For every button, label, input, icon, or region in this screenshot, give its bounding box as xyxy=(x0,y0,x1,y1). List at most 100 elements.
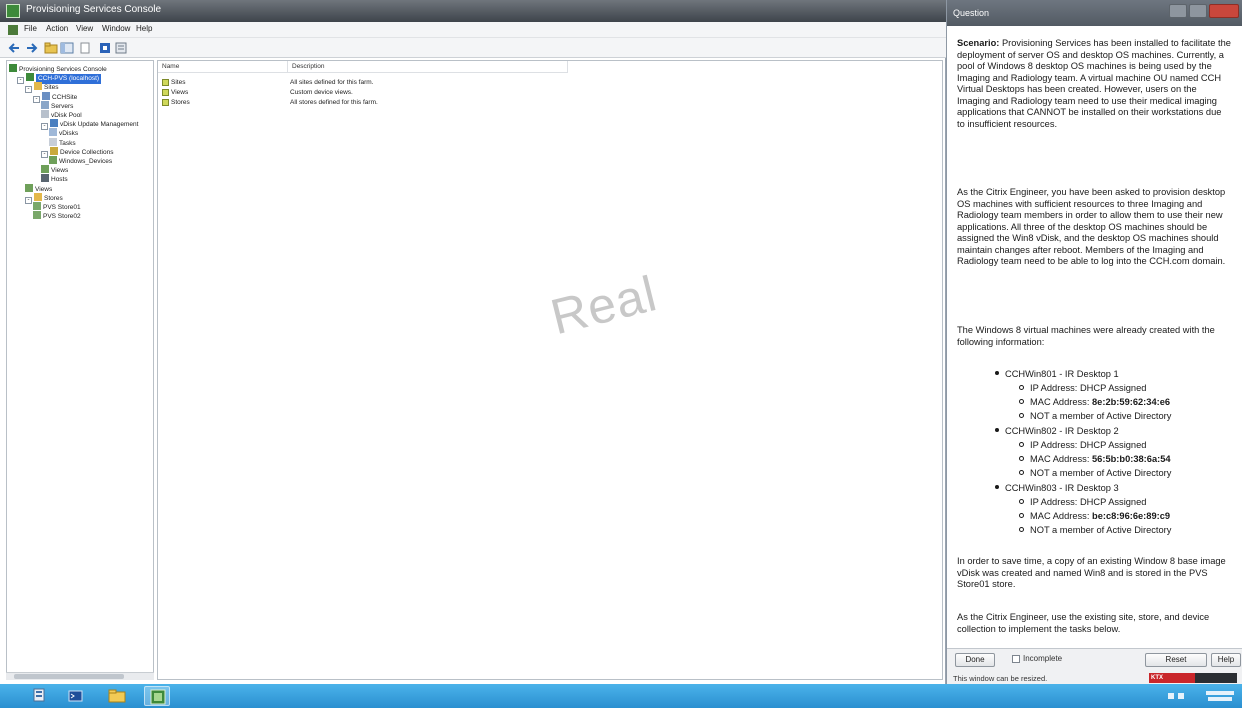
console-titlebar[interactable]: Provisioning Services Console xyxy=(0,0,946,22)
collapse-toggle-icon[interactable]: - xyxy=(17,77,24,85)
console-window: Provisioning Services Console File Actio… xyxy=(0,0,946,684)
toolbar xyxy=(0,38,946,58)
file-explorer-icon[interactable] xyxy=(104,686,130,706)
question-body: Scenario: Provisioning Services has been… xyxy=(951,28,1235,646)
menu-window[interactable]: Window xyxy=(102,24,130,33)
machine-name: CCHWin802 - IR Desktop 2 xyxy=(1005,426,1119,436)
question-title: Question xyxy=(953,8,990,18)
mac-label: MAC Address: xyxy=(1030,397,1093,407)
row-description: All sites defined for this farm. xyxy=(290,79,374,86)
machine-2-mac: MAC Address: 56:5b:b0:38:6a:54 xyxy=(1019,454,1171,466)
ad-text: NOT a member of Active Directory xyxy=(1030,468,1172,478)
machine-2-ip: IP Address: DHCP Assigned xyxy=(1019,440,1146,452)
machine-1: CCHWin801 - IR Desktop 1 xyxy=(995,369,1119,381)
tree-horizontal-scrollbar[interactable] xyxy=(6,672,154,680)
update-icon xyxy=(50,119,58,128)
help-button[interactable]: Help xyxy=(1211,653,1241,667)
views-icon xyxy=(41,165,49,174)
properties-icon[interactable] xyxy=(114,41,128,55)
machine-2: CCHWin802 - IR Desktop 2 xyxy=(995,426,1119,438)
mac-label: MAC Address: xyxy=(1030,511,1093,521)
brand-logo-dark xyxy=(1195,673,1237,683)
refresh-icon[interactable] xyxy=(78,41,92,55)
folder-up-icon[interactable] xyxy=(44,41,58,55)
column-header-description[interactable]: Description xyxy=(288,61,568,73)
console-menu-icon[interactable] xyxy=(8,25,18,35)
menu-view[interactable]: View xyxy=(76,24,93,33)
maximize-button[interactable] xyxy=(1189,4,1207,18)
collection-icon xyxy=(50,146,58,155)
forward-arrow-icon[interactable] xyxy=(24,41,38,55)
reset-button[interactable]: Reset xyxy=(1145,653,1207,667)
circle-bullet-icon xyxy=(1019,442,1024,447)
paragraph-3: The Windows 8 virtual machines were alre… xyxy=(957,325,1215,347)
menu-help[interactable]: Help xyxy=(136,24,152,33)
stores-icon xyxy=(34,192,42,201)
list-row-stores[interactable]: Stores All stores defined for this farm. xyxy=(158,98,578,107)
mac-value: be:c8:96:6e:89:c9 xyxy=(1092,511,1171,521)
tree-node[interactable]: PVS Store02 xyxy=(33,211,81,221)
machine-3: CCHWin803 - IR Desktop 3 xyxy=(995,483,1119,495)
store-icon xyxy=(33,202,41,210)
ip-text: IP Address: DHCP Assigned xyxy=(1030,497,1147,507)
circle-bullet-icon xyxy=(1019,413,1024,418)
question-titlebar[interactable]: Question xyxy=(947,0,1242,26)
desktop: Provisioning Services Console File Actio… xyxy=(0,0,1242,708)
powershell-icon[interactable] xyxy=(62,686,88,706)
collapse-toggle-icon[interactable]: - xyxy=(41,150,48,158)
ip-text: IP Address: DHCP Assigned xyxy=(1030,383,1147,393)
vdisk-icon xyxy=(49,128,57,137)
scrollbar-thumb[interactable] xyxy=(14,674,124,679)
tree-node-label: PVS Store02 xyxy=(43,213,81,221)
row-name: Views xyxy=(171,89,189,96)
collapse-toggle-icon[interactable]: - xyxy=(41,123,48,131)
collapse-toggle-icon[interactable]: - xyxy=(25,196,32,204)
folder-icon xyxy=(34,82,42,91)
scenario-paragraph: Scenario: Provisioning Services has been… xyxy=(957,38,1231,130)
sites-icon xyxy=(162,79,169,86)
incomplete-checkbox[interactable] xyxy=(1012,655,1020,663)
mac-label: MAC Address: xyxy=(1030,454,1093,464)
show-hide-tree-icon[interactable] xyxy=(60,41,74,55)
menu-action[interactable]: Action xyxy=(46,24,68,33)
collapse-toggle-icon[interactable]: - xyxy=(25,86,32,94)
incomplete-label: Incomplete xyxy=(1023,654,1063,663)
help-icon[interactable] xyxy=(98,41,112,55)
machine-2-ad: NOT a member of Active Directory xyxy=(1019,468,1171,480)
circle-bullet-icon xyxy=(1019,499,1024,504)
column-header-name[interactable]: Name xyxy=(158,61,288,73)
hosts-icon xyxy=(41,174,49,183)
ad-text: NOT a member of Active Directory xyxy=(1030,411,1172,421)
machine-1-ip: IP Address: DHCP Assigned xyxy=(1019,383,1146,395)
list-row-views[interactable]: Views Custom device views. xyxy=(158,88,578,97)
circle-bullet-icon xyxy=(1019,470,1024,475)
list-row-sites[interactable]: Sites All sites defined for this farm. xyxy=(158,78,578,87)
circle-bullet-icon xyxy=(1019,399,1024,404)
back-arrow-icon[interactable] xyxy=(8,41,22,55)
resize-note: This window can be resized. xyxy=(953,674,1048,683)
done-button[interactable]: Done xyxy=(955,653,995,667)
circle-bullet-icon xyxy=(1019,385,1024,390)
machine-name: CCHWin803 - IR Desktop 3 xyxy=(1005,483,1119,493)
menu-file[interactable]: File xyxy=(24,24,37,33)
bullet-icon xyxy=(995,485,999,489)
close-button[interactable] xyxy=(1209,4,1239,18)
collapse-toggle-icon[interactable]: - xyxy=(33,95,40,103)
ad-text: NOT a member of Active Directory xyxy=(1030,525,1172,535)
machine-3-ad: NOT a member of Active Directory xyxy=(1019,525,1171,537)
ip-text: IP Address: DHCP Assigned xyxy=(1030,440,1147,450)
tree-node-label: Hosts xyxy=(51,176,68,184)
machine-1-ad: NOT a member of Active Directory xyxy=(1019,411,1171,423)
machine-3-ip: IP Address: DHCP Assigned xyxy=(1019,497,1146,509)
paragraph-4: In order to save time, a copy of an exis… xyxy=(957,556,1226,589)
vdisk-pool-icon xyxy=(41,110,49,118)
provisioning-console-taskbar-icon[interactable] xyxy=(144,686,170,706)
system-tray[interactable] xyxy=(1166,688,1238,704)
taskbar xyxy=(0,684,1242,708)
provisioning-console-icon xyxy=(6,4,20,18)
minimize-button[interactable] xyxy=(1169,4,1187,18)
paragraph-5: As the Citrix Engineer, use the existing… xyxy=(957,612,1210,634)
server-manager-icon[interactable] xyxy=(26,686,52,706)
paragraph-2: As the Citrix Engineer, you have been as… xyxy=(957,187,1226,266)
row-description: All stores defined for this farm. xyxy=(290,99,378,106)
